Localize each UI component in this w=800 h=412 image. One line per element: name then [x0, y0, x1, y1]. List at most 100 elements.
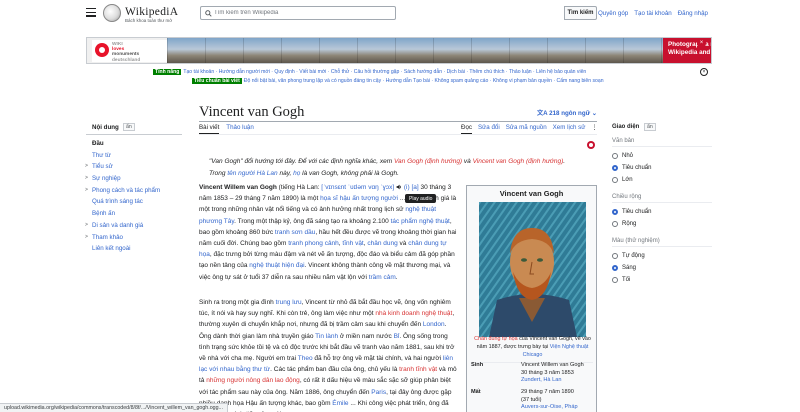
appearance-heading: Giao diện [612, 124, 640, 130]
body-text: Sinh ra trong một gia đình [199, 299, 276, 306]
tab-edit[interactable]: Sửa đổi [478, 124, 500, 131]
hatnote-link[interactable]: tên người Hà Lan [227, 170, 277, 177]
chevron-right-icon[interactable]: > [85, 185, 88, 197]
toc-divider [86, 134, 182, 135]
body-link[interactable]: Tin lành [315, 333, 338, 340]
toc-item-label: Phong cách và tác phẩm [92, 186, 161, 194]
body-link[interactable]: trung lưu [276, 299, 302, 306]
died-place[interactable]: Auvers-sur-Oise, Pháp [521, 404, 595, 412]
tab-edit-source[interactable]: Sửa mã nguồn [506, 124, 547, 131]
notice-links-standards[interactable]: Độ nổi bật bài, văn phong trung lập và c… [244, 78, 604, 84]
view-tabs: Đọc Sửa đổi Sửa mã nguồn Xem lịch sử ⋮ [461, 124, 604, 134]
chevron-right-icon[interactable]: > [85, 220, 88, 232]
chevron-down-icon: ⌄ [591, 110, 597, 117]
toc-item[interactable]: > Phong cách và tác phẩm [85, 185, 182, 197]
self-portrait-image[interactable] [479, 202, 586, 337]
chevron-right-icon[interactable]: > [85, 232, 88, 244]
body-link[interactable]: tác phẩm nghệ thuật [391, 218, 450, 225]
body-link[interactable]: Theo [298, 355, 313, 362]
hatnote-link[interactable]: Vincent van Gogh (định hướng) [473, 158, 564, 165]
body-link[interactable]: chân dung [367, 240, 397, 247]
hatnote-link[interactable]: Van Gogh (định hướng) [394, 158, 462, 165]
toc-item[interactable]: Thư từ [86, 150, 182, 162]
body-link[interactable]: nhà kinh doanh nghệ thuật [375, 310, 452, 317]
died-label: Mất [471, 389, 481, 395]
speaker-icon[interactable] [396, 184, 402, 190]
toc-item[interactable]: > Tiểu sử [85, 161, 182, 173]
hatnote-line-1: "Van Gogh" đổi hướng tới đây. Để với các… [209, 156, 587, 168]
infobox-title: Vincent van Gogh [499, 189, 564, 198]
login-link[interactable]: Đăng nhập [678, 10, 708, 17]
born-place[interactable]: Zundert, Hà Lan [521, 377, 595, 385]
toc-item[interactable]: Bệnh ấn [86, 208, 182, 220]
banner-close-icon[interactable]: × [697, 39, 706, 48]
wlm-campaign-banner[interactable]: WIKI loves monuments deutschland Photogr… [86, 37, 712, 64]
namespace-tabs: Bài viết Thảo luận [199, 124, 261, 134]
body-link[interactable]: trầm cảm [369, 274, 396, 281]
toc-item[interactable]: Quá trình sáng tác [86, 196, 182, 208]
tools-menu-icon[interactable]: ⋮ [591, 124, 597, 131]
biography-paragraph: Sinh ra trong một gia đình trung lưu, Vi… [199, 297, 459, 412]
toc-item[interactable]: Đầu [86, 138, 182, 150]
ipa-link[interactable]: [ˈvɪnsɛnt ˈʋɪləm vɑŋ ˈɣɔx] [321, 184, 394, 191]
width-radio[interactable]: Rộng [612, 218, 712, 230]
body-link[interactable]: họa sĩ hậu ấn tượng người [320, 195, 398, 202]
notice-close-icon[interactable]: × [700, 68, 708, 76]
body-link[interactable]: tranh tĩnh vật [399, 366, 437, 373]
search-input[interactable] [214, 7, 364, 19]
monument-photo-strip [167, 38, 667, 63]
text-size-radio[interactable]: Lớn [612, 174, 712, 186]
toc-item-label: Sự nghiệp [92, 175, 121, 183]
tab-article[interactable]: Bài viết [199, 124, 220, 134]
toc-item[interactable]: > Tham khảo [85, 232, 182, 244]
color-radio[interactable]: Tự động [612, 250, 712, 262]
notice-links-features[interactable]: Tạo tài khoản · Hướng dẫn người mới · Qu… [183, 69, 586, 75]
text-size-options: Nhỏ Tiêu chuẩn Lớn [612, 150, 712, 186]
body-text: . Trong một thập kỷ, ông đã sáng tạo ra … [234, 217, 391, 225]
born-value: Vincent Willem van Gogh 30 tháng 3 năm 1… [521, 362, 595, 385]
create-account-link[interactable]: Tạo tài khoản [634, 10, 672, 17]
color-radio[interactable]: Sáng [612, 262, 712, 274]
wikipedia-tagline: Bách khoa toàn thư mở [125, 18, 173, 23]
toc-item[interactable]: > Di sản và danh giá [85, 220, 182, 232]
language-button[interactable]: 文A 218 ngôn ngữ ⌄ [537, 108, 597, 117]
appearance-hide-button[interactable]: ẩn [644, 123, 656, 131]
play-audio-tooltip: Play audio [405, 194, 437, 203]
toc-item-label: Bệnh ấn [92, 210, 116, 218]
toc-hide-button[interactable]: ẩn [123, 123, 135, 131]
caption-link[interactable]: Chân dung tự họa [474, 336, 517, 342]
body-link[interactable]: những người nông dân lao động [206, 377, 300, 384]
wikipedia-wordmark[interactable]: WikipediA [125, 6, 178, 18]
text-size-radio[interactable]: Tiêu chuẩn [612, 162, 712, 174]
body-link[interactable]: Émile [332, 400, 348, 407]
chevron-right-icon[interactable]: > [85, 173, 88, 185]
body-link[interactable]: London [423, 321, 445, 328]
wikipedia-globe-icon[interactable] [103, 4, 121, 22]
site-header: WikipediA Bách khoa toàn thư mở Tìm kiếm… [0, 0, 800, 28]
wlm-logo-icon [95, 43, 109, 57]
toc-item[interactable]: > Sự nghiệp [85, 173, 182, 185]
text-size-radio[interactable]: Nhỏ [612, 150, 712, 162]
ref-marks[interactable]: (i) [a] [404, 184, 419, 191]
toc-item[interactable]: Liên kết ngoài [86, 243, 182, 255]
body-link[interactable]: tĩnh vật [342, 240, 363, 247]
chevron-right-icon[interactable]: > [85, 161, 88, 173]
body-link[interactable]: nghệ thuật hiện đại [249, 262, 304, 269]
tab-read[interactable]: Đọc [461, 124, 473, 134]
tabs-divider [199, 134, 597, 135]
wlm-logo-text: WIKI loves monuments deutschland [112, 42, 140, 63]
body-link[interactable]: Paris [371, 389, 386, 396]
tab-history[interactable]: Xem lịch sử [553, 124, 586, 131]
tab-talk[interactable]: Thảo luận [226, 124, 254, 131]
width-options: Tiêu chuẩn Rộng [612, 206, 712, 230]
toc-item-label: Đầu [92, 140, 104, 147]
community-notice-standards: Tiêu chuẩn bài viết Độ nổi bật bài, văn p… [192, 77, 732, 86]
donate-link[interactable]: Quyên góp [598, 10, 628, 17]
main-menu-button[interactable] [86, 8, 96, 18]
search-box: Tìm kiếm [200, 6, 597, 20]
listen-icon[interactable] [587, 141, 595, 149]
width-radio[interactable]: Tiêu chuẩn [612, 206, 712, 218]
color-radio[interactable]: Tối [612, 274, 712, 286]
body-link[interactable]: tranh phong cảnh [288, 240, 339, 247]
body-link[interactable]: tranh sơn dầu [275, 229, 315, 236]
